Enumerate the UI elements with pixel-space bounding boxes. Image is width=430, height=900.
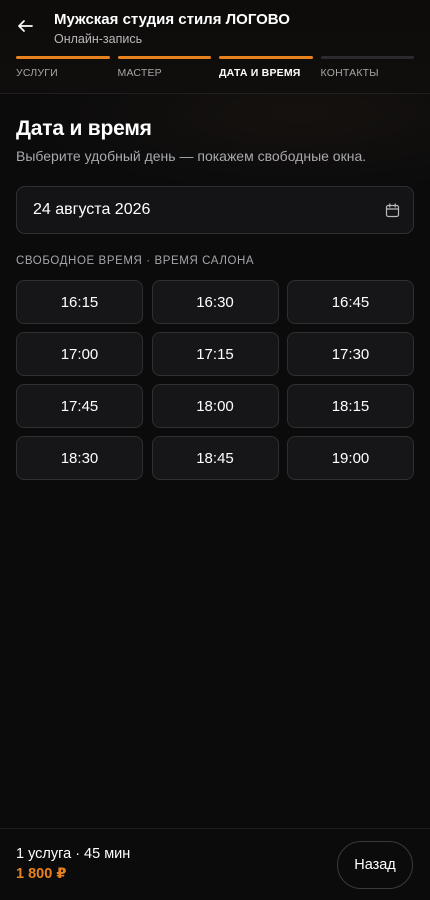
back-arrow-button[interactable] (14, 17, 36, 39)
step-progress-bar (16, 56, 110, 59)
step-progress-bar (219, 56, 313, 59)
arrow-left-icon (16, 17, 34, 40)
time-slot-button[interactable]: 18:15 (287, 384, 414, 428)
time-slots-grid: 16:15 16:30 16:45 17:00 17:15 17:30 17:45 18:00… (16, 280, 414, 480)
time-slot-button[interactable]: 16:30 (151, 280, 279, 324)
time-slot-button[interactable]: 16:45 (287, 280, 414, 324)
step-contacts[interactable]: Контакты (320, 56, 414, 79)
date-picker-field[interactable]: 24 августа 2026 (16, 186, 414, 234)
step-date-time[interactable]: Дата и время (219, 56, 313, 79)
step-label: Мастер (117, 67, 162, 79)
time-slot-button[interactable]: 18:00 (151, 384, 279, 428)
top-bar: Мужская студия стиля ЛОГОВО Онлайн-запис… (0, 0, 430, 94)
step-master[interactable]: Мастер (117, 56, 211, 79)
booking-steps: Услуги Мастер Дата и время Контакты (16, 56, 414, 79)
header-title-block: Мужская студия стиля ЛОГОВО Онлайн-запис… (54, 10, 290, 47)
booking-price: 1 800 ₽ (16, 866, 67, 882)
step-services[interactable]: Услуги (16, 56, 110, 79)
time-slot-button[interactable]: 17:00 (16, 332, 143, 376)
app-title: Мужская студия стиля ЛОГОВО (54, 11, 290, 28)
step-label: Дата и время (219, 67, 301, 79)
page-title: Дата и время (16, 117, 152, 140)
slots-caption: Свободное время · время салона (16, 255, 255, 267)
time-slot-button[interactable]: 17:30 (287, 332, 414, 376)
page-description: Выберите удобный день — покажем свободны… (16, 148, 367, 164)
date-value: 24 августа 2026 (33, 201, 151, 218)
time-slot-button[interactable]: 17:15 (151, 332, 279, 376)
calendar-icon[interactable] (384, 202, 400, 218)
time-slot-button[interactable]: 19:00 (287, 436, 414, 480)
step-label: Услуги (16, 67, 58, 79)
bottom-bar: 1 услуга · 45 мин 1 800 ₽ Назад (0, 828, 430, 900)
app-subtitle: Онлайн-запись (54, 32, 143, 46)
step-progress-bar (320, 56, 414, 59)
step-progress-bar (117, 56, 211, 59)
time-slot-button[interactable]: 16:15 (16, 280, 143, 324)
time-slot-button[interactable]: 17:45 (16, 384, 143, 428)
time-slot-button[interactable]: 18:45 (151, 436, 279, 480)
time-slot-button[interactable]: 18:30 (16, 436, 143, 480)
booking-summary: 1 услуга · 45 мин (16, 846, 131, 862)
step-label: Контакты (320, 67, 379, 79)
back-button[interactable]: Назад (337, 841, 413, 889)
